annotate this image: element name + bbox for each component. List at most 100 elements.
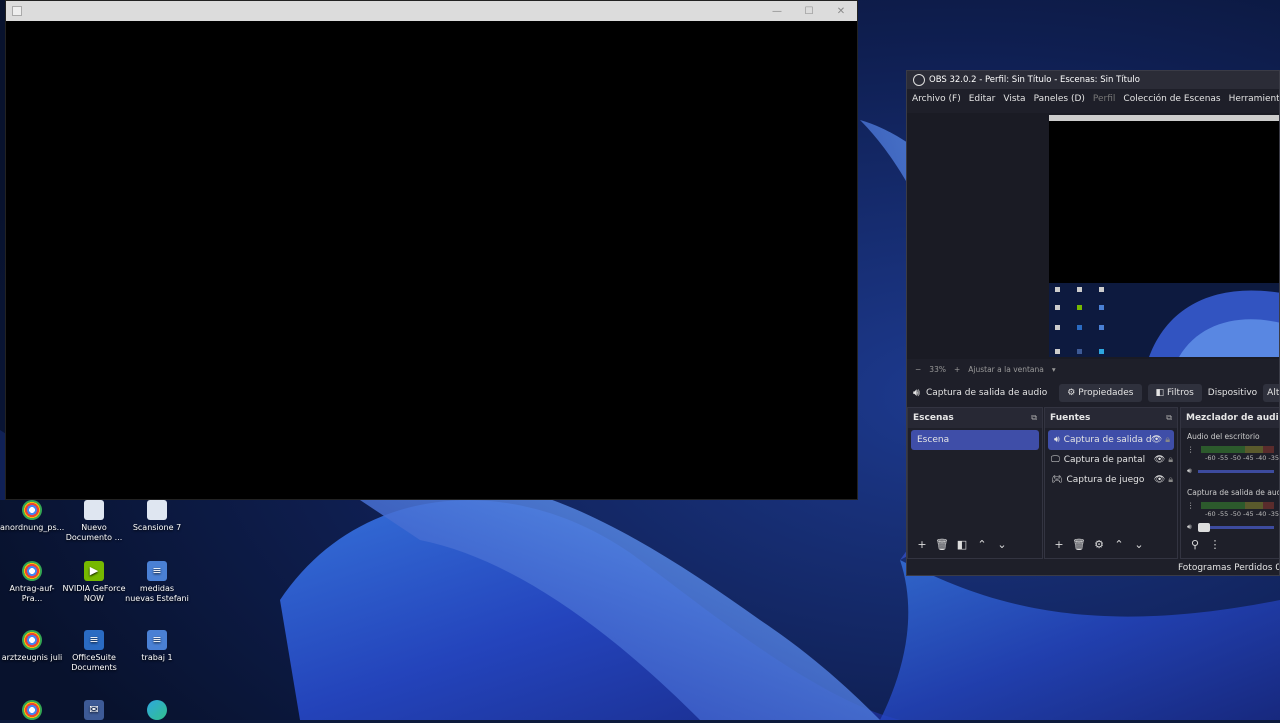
obs-window[interactable]: OBS 32.0.2 - Perfil: Sin Título - Escena…: [906, 70, 1280, 576]
more-vertical-icon[interactable]: ⋮: [1205, 538, 1225, 551]
obs-logo-icon: [913, 74, 925, 86]
window-titlebar[interactable]: — ☐ ✕: [6, 1, 857, 21]
zoom-fit-select[interactable]: Ajustar a la ventana: [968, 365, 1044, 374]
officesuite-icon: ≡: [84, 630, 104, 650]
desktop-icon[interactable]: ≡ OfficeSuite Documents: [62, 630, 126, 673]
scenes-title: Escenas: [913, 413, 954, 423]
speaker-icon[interactable]: 🔊︎: [1187, 522, 1192, 532]
link-icon[interactable]: ⚲: [1185, 538, 1205, 551]
document-icon: [84, 500, 104, 520]
document-icon: ≡: [147, 561, 167, 581]
chevron-down-icon[interactable]: ▾: [1052, 365, 1056, 374]
source-toolbar: 🔊︎ Captura de salida de audio ⚙ Propieda…: [907, 381, 1279, 405]
preview-canvas[interactable]: [1049, 115, 1279, 357]
lock-icon[interactable]: 🔒︎: [1168, 455, 1173, 465]
device-select[interactable]: Altavo: [1263, 384, 1279, 402]
volume-slider[interactable]: [1197, 522, 1274, 532]
zoom-in-button[interactable]: +: [954, 365, 960, 374]
desktop-icon[interactable]: Nuevo Documento ...: [62, 500, 126, 543]
lock-icon[interactable]: 🔒︎: [1168, 475, 1173, 485]
menu-coleccion-escenas[interactable]: Colección de Escenas: [1123, 94, 1220, 104]
menu-vista[interactable]: Vista: [1003, 94, 1025, 104]
add-icon[interactable]: +: [1049, 538, 1069, 551]
menu-paneles[interactable]: Paneles (D): [1034, 94, 1085, 104]
source-item[interactable]: 🔊︎ Captura de salida d 👁︎ 🔒︎: [1048, 430, 1174, 450]
arrow-down-icon[interactable]: ⌄: [1129, 538, 1149, 551]
menu-archivo[interactable]: Archivo (F): [912, 94, 961, 104]
volume-slider-handle[interactable]: [1197, 522, 1210, 532]
desktop-icon[interactable]: Antrag-auf-Pra...: [0, 561, 64, 604]
obs-menubar: Archivo (F) Editar Vista Paneles (D) Per…: [907, 89, 1279, 109]
undock-icon[interactable]: ⧉: [1031, 413, 1037, 423]
mixer-channel: Captura de salida de audio ⋮ -60 -55 -50…: [1181, 480, 1280, 536]
zoom-out-button[interactable]: −: [915, 365, 921, 374]
gear-icon[interactable]: ⚙: [1089, 538, 1109, 551]
undock-icon[interactable]: ⧉: [1166, 413, 1172, 423]
add-icon[interactable]: +: [912, 538, 932, 551]
menu-herramientas[interactable]: Herramientas: [1229, 94, 1279, 104]
desktop-icon[interactable]: ▶ NVIDIA GeForce NOW: [62, 561, 126, 604]
desktop-icon[interactable]: arztzeugnis juli: [0, 630, 64, 663]
source-label: Captura de salida d: [1063, 435, 1151, 445]
sources-dock-header: Fuentes ⧉: [1045, 408, 1177, 428]
mixer-toolbar: ⚲ ⋮: [1181, 536, 1279, 552]
source-item[interactable]: 🎮︎ Captura de juego 👁︎ 🔒︎: [1045, 470, 1177, 490]
device-label: Dispositivo: [1207, 388, 1258, 398]
black-app-window[interactable]: — ☐ ✕: [5, 0, 858, 500]
filters-label: Filtros: [1167, 388, 1194, 398]
scene-item[interactable]: Escena: [911, 430, 1039, 450]
chrome-icon: [22, 700, 42, 720]
desktop-icon[interactable]: ≡ trabaj 1: [125, 630, 189, 663]
more-vertical-icon[interactable]: ⋮: [1187, 445, 1195, 454]
close-button[interactable]: ✕: [825, 6, 857, 17]
arrow-down-icon[interactable]: ⌄: [992, 538, 1012, 551]
app-icon: [12, 6, 22, 16]
volume-slider[interactable]: [1197, 469, 1274, 473]
lock-icon[interactable]: 🔒︎: [1165, 435, 1170, 445]
obs-titlebar[interactable]: OBS 32.0.2 - Perfil: Sin Título - Escena…: [907, 71, 1279, 89]
desktop-icon[interactable]: Scansione 7: [125, 500, 189, 533]
scenes-toolbar: + 🗑︎ ◧ ⌃ ⌄: [908, 536, 1042, 552]
volume-meter: [1200, 446, 1274, 453]
arrow-up-icon[interactable]: ⌃: [1109, 538, 1129, 551]
scenes-dock: Escenas ⧉ Escena + 🗑︎ ◧ ⌃ ⌄: [907, 407, 1043, 559]
filter-icon[interactable]: ◧: [952, 538, 972, 551]
gear-icon: ⚙: [1067, 388, 1076, 398]
preview-area[interactable]: [907, 113, 1279, 359]
trash-icon[interactable]: 🗑︎: [932, 538, 952, 551]
frames-dropped: Fotogramas Perdidos 0: [1177, 563, 1280, 573]
eye-icon[interactable]: 👁︎: [1154, 475, 1165, 485]
desktop-icon[interactable]: anordnung_ps...: [0, 500, 64, 533]
maximize-button[interactable]: ☐: [793, 6, 825, 17]
channel-name: Captura de salida de audio: [1187, 488, 1280, 497]
properties-button[interactable]: ⚙ Propiedades: [1059, 384, 1142, 402]
eye-icon[interactable]: 👁︎: [1154, 455, 1165, 465]
menu-perfil[interactable]: Perfil: [1093, 94, 1116, 104]
audio-mixer-dock: Mezclador de audio Audio del escritorio …: [1180, 407, 1280, 559]
obs-window-title: OBS 32.0.2 - Perfil: Sin Título - Escena…: [929, 75, 1140, 85]
eye-icon[interactable]: 👁︎: [1151, 435, 1162, 445]
scene-label: Escena: [917, 435, 950, 445]
source-label: Captura de pantal: [1063, 455, 1146, 465]
volume-meter: [1200, 502, 1274, 509]
chrome-icon: [22, 561, 42, 581]
zoom-level: 33%: [929, 364, 946, 374]
preview-zoom-bar: − 33% + Ajustar a la ventana ▾: [907, 361, 1279, 377]
gamepad-icon: 🎮︎: [1051, 475, 1063, 485]
preview-desktop-thumbnail: [1049, 283, 1279, 357]
trash-icon[interactable]: 🗑︎: [1069, 538, 1089, 551]
selected-source-name: Captura de salida de audio: [925, 388, 1048, 398]
more-vertical-icon[interactable]: ⋮: [1187, 501, 1195, 510]
meter-scale: -60 -55 -50 -45 -40 -35 -30: [1205, 454, 1280, 462]
menu-editar[interactable]: Editar: [969, 94, 996, 104]
speaker-icon: 🔊︎: [913, 386, 920, 399]
document-icon: [147, 500, 167, 520]
desktop-icon[interactable]: ≡ medidas nuevas Estefani: [125, 561, 189, 604]
minimize-button[interactable]: —: [761, 6, 793, 17]
speaker-icon[interactable]: 🔊︎: [1187, 466, 1192, 476]
channel-name: Audio del escritorio: [1187, 432, 1260, 441]
source-item[interactable]: 🖵︎ Captura de pantal 👁︎ 🔒︎: [1045, 450, 1177, 470]
arrow-up-icon[interactable]: ⌃: [972, 538, 992, 551]
filters-button[interactable]: ◧ Filtros: [1147, 384, 1202, 402]
filter-icon: ◧: [1155, 388, 1165, 398]
